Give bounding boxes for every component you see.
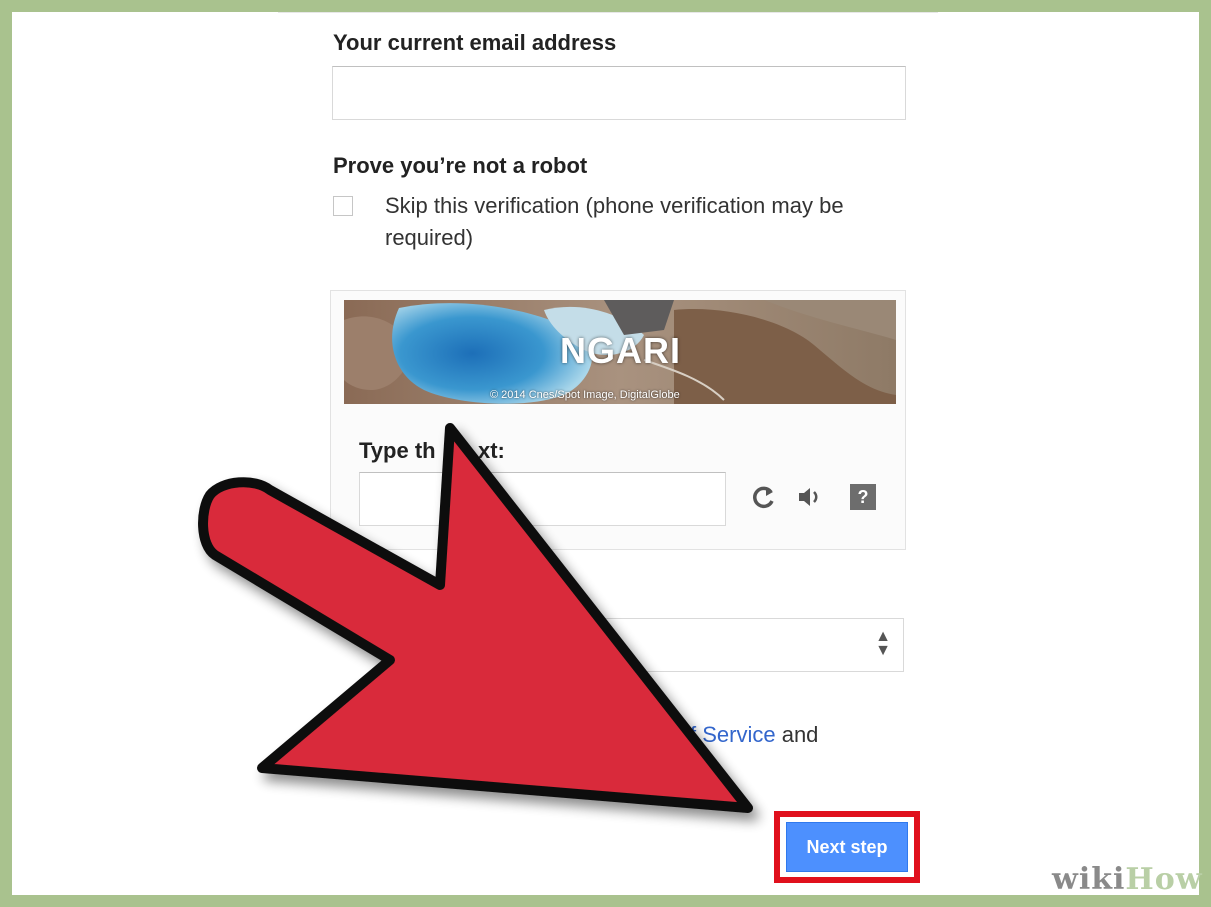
captcha-copyright: © 2014 Cnes/Spot Image, DigitalGlobe (490, 389, 680, 401)
terms-of-service-link[interactable]: f Service (690, 722, 776, 747)
audio-icon[interactable] (796, 484, 826, 517)
terms-trailing-text: and (775, 722, 819, 747)
email-input[interactable] (332, 66, 906, 120)
captcha-input[interactable] (359, 472, 726, 526)
wikihow-watermark: wikiHow (1052, 862, 1203, 897)
select-chevrons-icon: ▲ ▼ (875, 628, 891, 659)
robot-heading: Prove you’re not a robot (333, 153, 588, 178)
location-select[interactable] (560, 618, 904, 672)
skip-verification-checkbox[interactable] (333, 196, 353, 216)
refresh-icon[interactable] (750, 484, 778, 517)
skip-verification-label-line1: Skip this verification (phone verificati… (385, 193, 844, 218)
email-label: Your current email address (333, 30, 617, 55)
terms-text: f Service and (690, 722, 818, 748)
skip-verification-label-line2: required) (385, 225, 474, 250)
captcha-word: NGARI (560, 330, 681, 371)
captcha-prompt-right: xt: (478, 438, 505, 463)
help-icon[interactable]: ? (850, 484, 876, 510)
captcha-prompt-left: Type th (359, 438, 436, 463)
next-step-button[interactable]: Next step (786, 822, 908, 872)
